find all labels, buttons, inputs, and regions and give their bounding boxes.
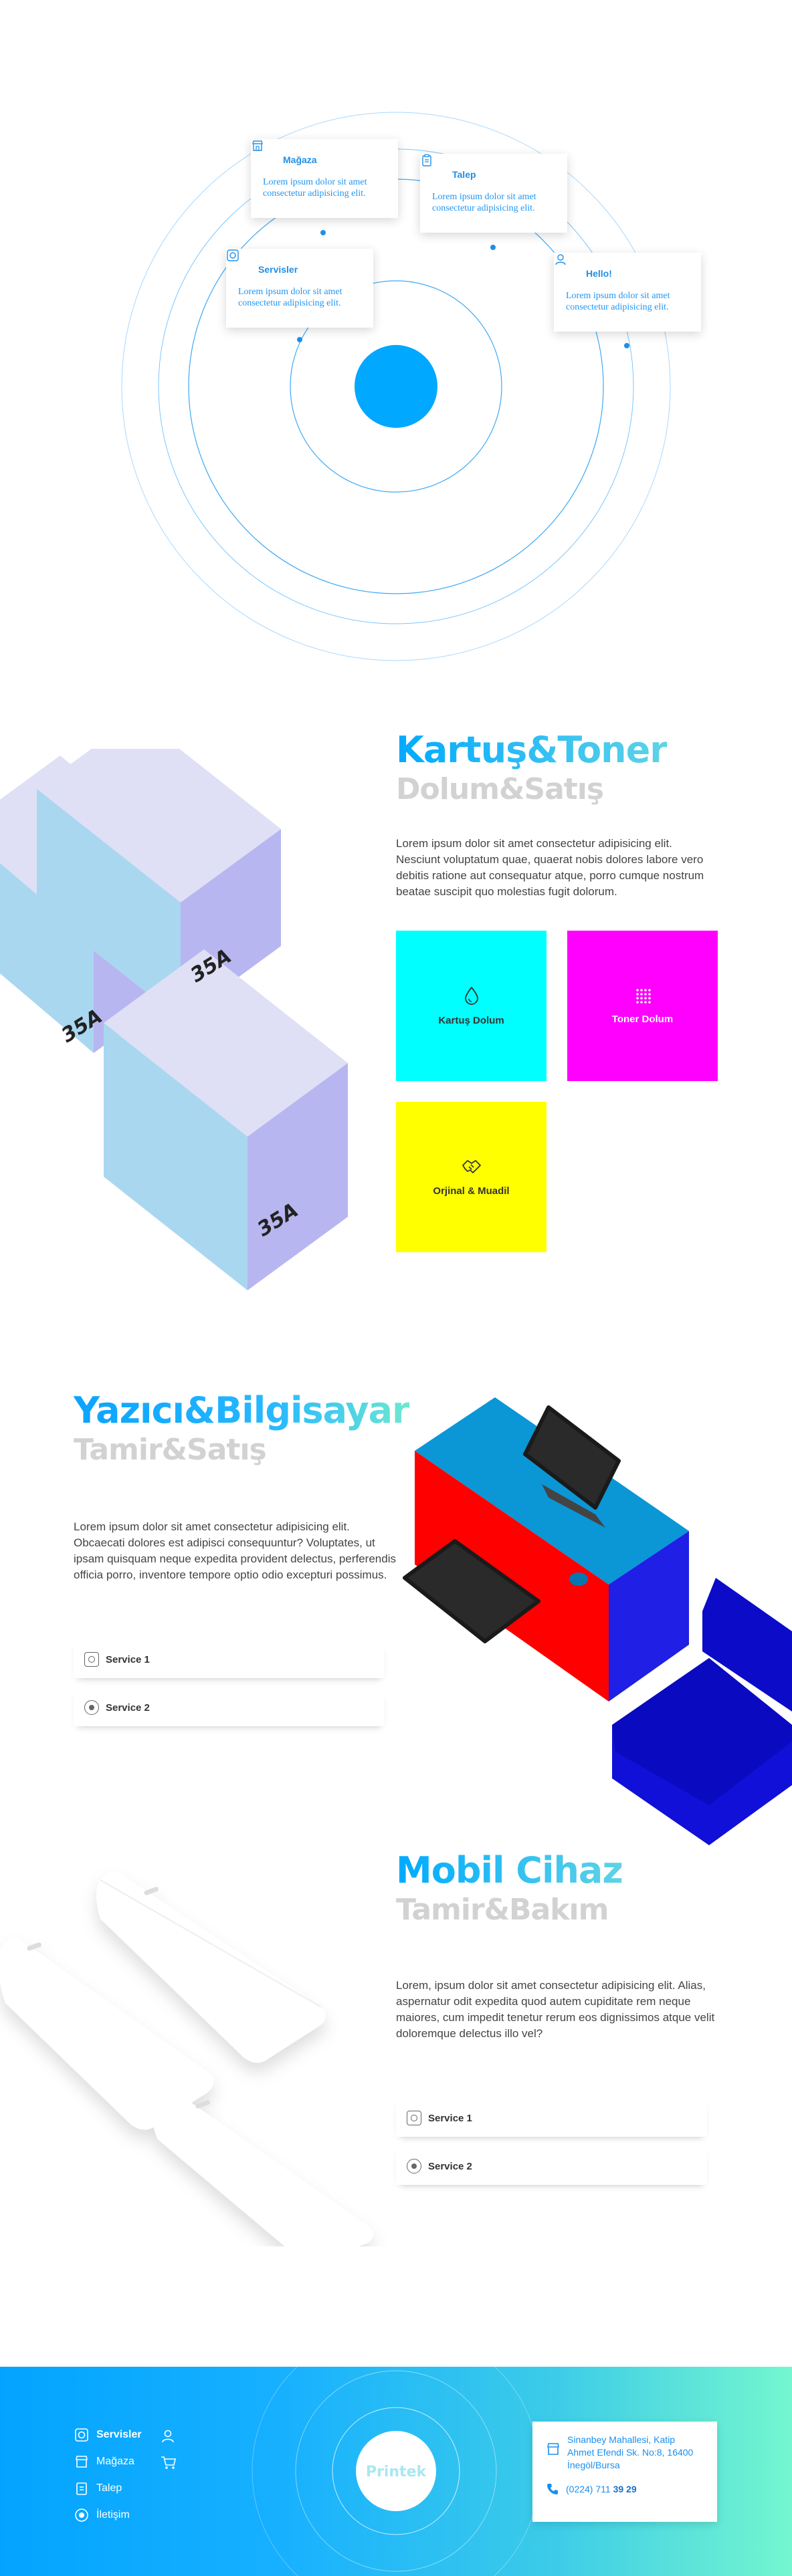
clipboard-icon	[422, 154, 447, 182]
address-row: Sinanbey Mahallesi, Katip Ahmet Efendi S…	[546, 2434, 704, 2472]
service-item-2[interactable]: Service 2	[74, 1689, 385, 1726]
section-text: Lorem ipsum dolor sit amet consectetur a…	[396, 837, 704, 898]
footer-nav-servisler[interactable]: Servisler	[74, 2422, 142, 2448]
store-icon	[252, 140, 278, 167]
section-subtitle: Tamir&Bakım	[396, 1893, 609, 1927]
footer-nav-label: İletişim	[96, 2509, 130, 2521]
service-label: Service 2	[428, 2160, 472, 2172]
orbit-rings	[121, 112, 671, 661]
card-talep[interactable]: Talep Lorem ipsum dolor sit amet consect…	[420, 154, 567, 233]
contact-card: Sinanbey Mahallesi, Katip Ahmet Efendi S…	[532, 2422, 717, 2522]
phone-prefix: (0224) 711	[566, 2483, 613, 2494]
card-magaza[interactable]: Mağaza Lorem ipsum dolor sit amet consec…	[251, 139, 398, 218]
orbit-section: Mağaza Lorem ipsum dolor sit amet consec…	[0, 0, 792, 689]
store-icon	[74, 2454, 90, 2470]
section-text: Lorem, ipsum dolor sit amet consectetur …	[396, 1979, 715, 2040]
card-title: Hello!	[586, 268, 612, 279]
tile-label: Orjinal & Muadil	[433, 1185, 510, 1197]
service-label: Service 1	[428, 2112, 472, 2124]
service-icon	[227, 249, 253, 277]
target-icon	[74, 2507, 90, 2523]
footer-nav-talep[interactable]: Talep	[74, 2475, 142, 2502]
section-title: Mobil Cihaz	[396, 1849, 623, 1891]
footer-nav-magaza[interactable]: Mağaza	[74, 2448, 142, 2475]
footer-nav-label: Talep	[96, 2482, 122, 2494]
orbit-center-dot	[355, 345, 437, 428]
phone-suffix: 39 29	[613, 2483, 637, 2494]
footer-logo: Printek	[366, 2464, 427, 2480]
tile-label: Toner Dolum	[611, 1014, 674, 1025]
footer-nav: Servisler Mağaza Talep İletişim	[74, 2422, 142, 2529]
card-title: Mağaza	[283, 154, 317, 165]
footer: Printek Servisler Mağaza Talep İletişim	[0, 2367, 792, 2576]
printer-laptop-illustration	[403, 1397, 792, 1845]
service-label: Service 2	[106, 1702, 150, 1714]
target-icon	[407, 2159, 421, 2174]
clipboard-icon	[74, 2480, 90, 2496]
card-title: Servisler	[258, 264, 298, 275]
user-icon[interactable]	[161, 2423, 177, 2450]
section-subtitle: Tamir&Satış	[74, 1433, 267, 1467]
card-title: Talep	[452, 169, 476, 180]
footer-actions	[161, 2423, 177, 2476]
tile-toner-dolum[interactable]: Toner Dolum	[567, 931, 718, 1081]
target-icon	[84, 1700, 99, 1715]
section-text: Lorem ipsum dolor sit amet consectetur a…	[74, 1520, 396, 1581]
grid-dots-icon	[635, 989, 651, 1004]
store-icon	[547, 2443, 559, 2455]
phone-icon	[547, 2484, 558, 2494]
drop-icon	[464, 986, 478, 1005]
service-label: Service 1	[106, 1653, 150, 1665]
tile-orjinal-muadil[interactable]: Orjinal & Muadil	[396, 1102, 547, 1252]
card-desc: Lorem ipsum dolor sit amet consectetur a…	[238, 287, 342, 308]
section-title: Kartuş&Toner	[396, 729, 668, 771]
toner-boxes-illustration: 35A 35A 35A	[0, 749, 348, 1290]
cart-icon[interactable]	[161, 2450, 177, 2476]
service-icon	[74, 2427, 90, 2443]
service-icon	[407, 2111, 421, 2125]
phones-illustration	[0, 1872, 374, 2246]
tile-label: Kartuş Dolum	[438, 1015, 504, 1026]
address-text: Sinanbey Mahallesi, Katip Ahmet Efendi S…	[567, 2434, 694, 2470]
service-icon	[84, 1652, 99, 1667]
card-servisler[interactable]: Servisler Lorem ipsum dolor sit amet con…	[226, 249, 373, 328]
footer-nav-iletisim[interactable]: İletişim	[74, 2502, 142, 2529]
card-desc: Lorem ipsum dolor sit amet consectetur a…	[432, 192, 536, 213]
section-subtitle: Dolum&Satış	[396, 772, 604, 806]
user-icon	[555, 254, 581, 281]
phone-row[interactable]: (0224) 711 39 29	[546, 2482, 704, 2496]
footer-nav-label: Servisler	[96, 2429, 142, 2440]
footer-nav-label: Mağaza	[96, 2456, 134, 2467]
card-hello[interactable]: Hello! Lorem ipsum dolor sit amet consec…	[554, 253, 701, 332]
tile-kartus-dolum[interactable]: Kartuş Dolum	[396, 931, 547, 1081]
handshake-icon	[462, 1160, 481, 1173]
service-item-1[interactable]: Service 1	[74, 1641, 385, 1678]
section-title: Yazıcı&Bilgisayar	[74, 1389, 410, 1431]
service-item-1[interactable]: Service 1	[396, 2099, 707, 2137]
service-item-2[interactable]: Service 2	[396, 2147, 707, 2185]
card-desc: Lorem ipsum dolor sit amet consectetur a…	[566, 291, 670, 312]
card-desc: Lorem ipsum dolor sit amet consectetur a…	[263, 177, 367, 199]
page: Mağaza Lorem ipsum dolor sit amet consec…	[0, 0, 792, 2576]
